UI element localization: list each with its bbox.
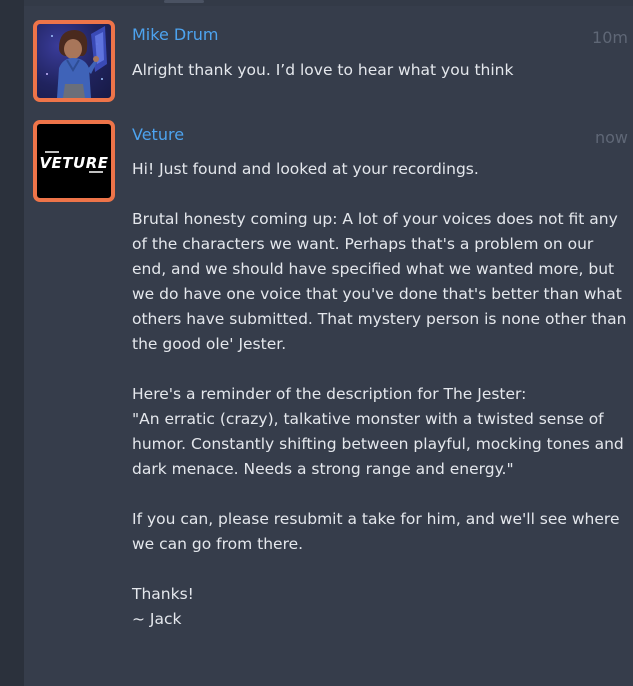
username[interactable]: Mike Drum: [132, 25, 219, 44]
message-item: Mike Drum 10m Alright thank you. I’d lov…: [33, 20, 633, 110]
message-paragraph: Thanks!: [132, 585, 194, 603]
timestamp: now: [594, 128, 628, 147]
message-paragraph: If you can, please resubmit a take for h…: [132, 510, 620, 553]
previous-message-edge: [24, 0, 633, 6]
user-portrait-icon: [46, 26, 107, 98]
avatar[interactable]: VETURE: [33, 120, 115, 202]
veture-logo-icon: VETURE: [39, 151, 108, 173]
veture-logo-text: VETURE: [39, 154, 108, 172]
message-paragraph: ~ Jack: [132, 610, 182, 628]
message-body: Alright thank you. I’d love to hear what…: [132, 58, 632, 83]
message-paragraph: Hi! Just found and looked at your record…: [132, 160, 479, 178]
message-paragraph: "An erratic (crazy), talkative monster w…: [132, 410, 624, 478]
left-rail: [0, 0, 24, 686]
message-paragraph: Brutal honesty coming up: A lot of your …: [132, 210, 627, 353]
avatar[interactable]: [33, 20, 115, 102]
message-body: Hi! Just found and looked at your record…: [132, 157, 632, 632]
chat-window: Mike Drum 10m Alright thank you. I’d lov…: [0, 0, 633, 686]
message-paragraph: Here's a reminder of the description for…: [132, 385, 527, 403]
message-paragraph: Alright thank you. I’d love to hear what…: [132, 61, 514, 79]
timestamp: 10m: [592, 28, 628, 47]
message-item: VETURE Veture now Hi! Just found and loo…: [33, 120, 633, 686]
username[interactable]: Veture: [132, 125, 184, 144]
